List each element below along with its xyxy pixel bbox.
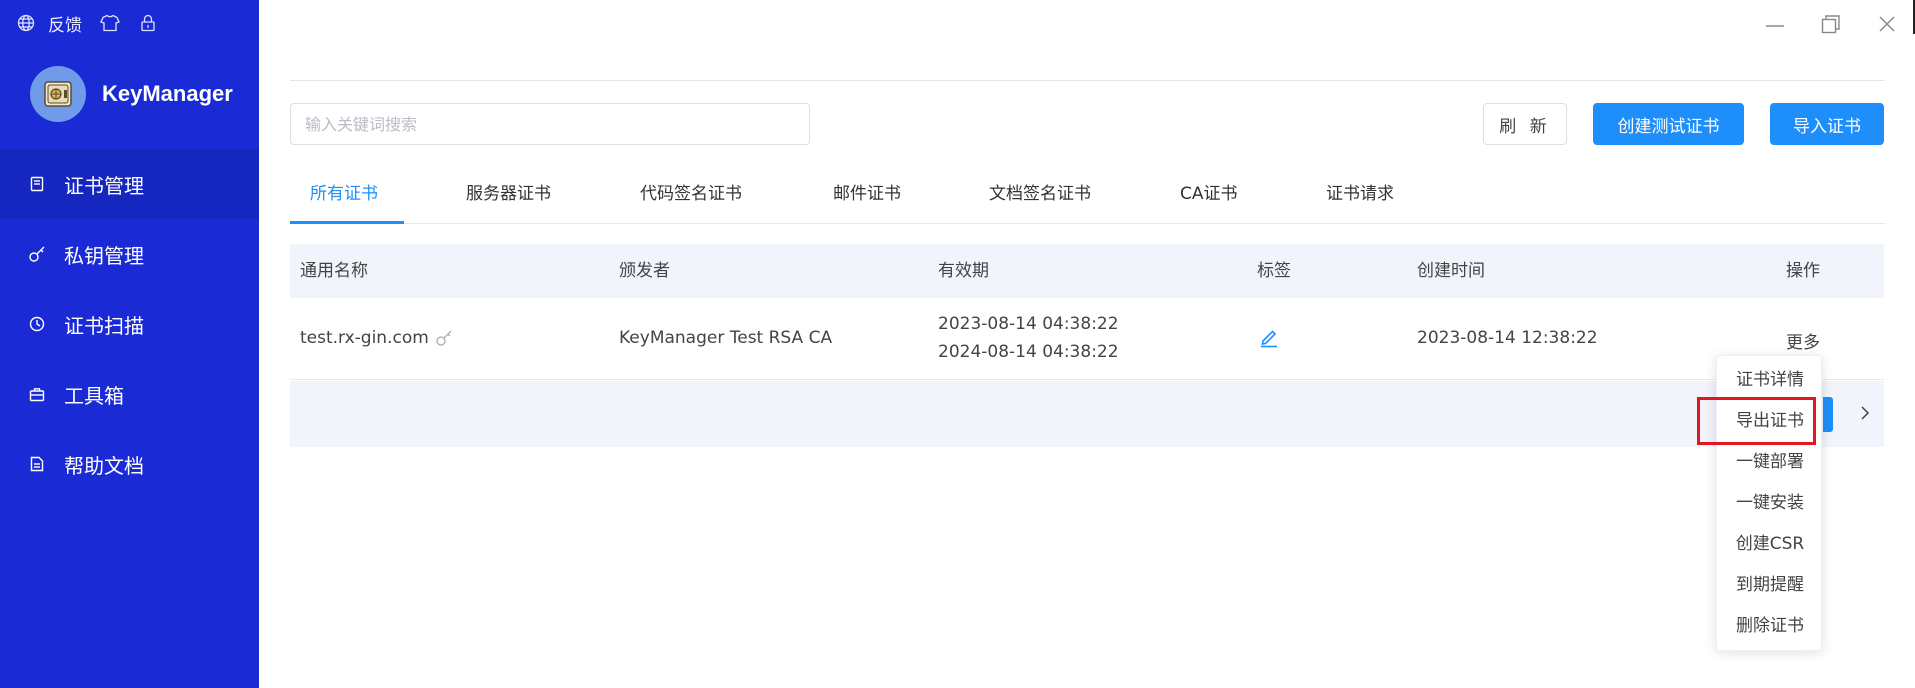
chevron-right-icon[interactable]	[1855, 403, 1875, 423]
scan-icon	[28, 315, 46, 333]
menu-item-delete-cert[interactable]: 删除证书	[1717, 606, 1823, 647]
key-icon	[28, 245, 46, 263]
sidebar-topbar: 反馈	[16, 11, 158, 36]
lock-icon[interactable]	[138, 13, 158, 33]
column-header-actions: 操作	[1786, 261, 1820, 281]
sidebar-item-label: 证书扫描	[64, 313, 144, 338]
column-header-name: 通用名称	[300, 261, 368, 281]
column-header-created: 创建时间	[1417, 261, 1485, 281]
sidebar-item-cert-scan[interactable]: 证书扫描	[0, 289, 259, 359]
app-logo	[30, 66, 86, 122]
cert-name-cell: test.rx-gin.com	[300, 328, 453, 348]
menu-item-create-csr[interactable]: 创建CSR	[1717, 524, 1823, 565]
globe-icon[interactable]	[16, 13, 36, 33]
sidebar-item-private-keys[interactable]: 私钥管理	[0, 219, 259, 289]
minimize-icon[interactable]	[1747, 12, 1803, 36]
search-input[interactable]	[290, 103, 810, 145]
brand-name: KeyManager	[102, 81, 233, 106]
category-tabs: 所有证书 服务器证书 代码签名证书 邮件证书 文档签名证书 CA证书 证书请求	[290, 174, 1885, 224]
sidebar-item-help-docs[interactable]: 帮助文档	[0, 429, 259, 499]
toolbox-icon	[28, 385, 46, 403]
table-header: 通用名称 颁发者 有效期 标签 创建时间 操作	[290, 244, 1884, 298]
sidebar-item-certificates[interactable]: 证书管理	[0, 149, 259, 219]
menu-item-expiry-reminder[interactable]: 到期提醒	[1717, 565, 1823, 606]
edit-tag-icon[interactable]	[1258, 326, 1280, 353]
tab-all-certs[interactable]: 所有证书	[310, 174, 378, 224]
import-cert-button[interactable]: 导入证书	[1770, 103, 1884, 145]
tab-doc-signing-certs[interactable]: 文档签名证书	[989, 174, 1091, 224]
menu-item-one-click-install[interactable]: 一键安装	[1717, 483, 1823, 524]
issuer-cell: KeyManager Test RSA CA	[619, 328, 833, 348]
brand: KeyManager	[30, 66, 233, 122]
table-row: test.rx-gin.com KeyManager Test RSA CA 2…	[290, 298, 1884, 380]
sidebar-nav: 证书管理 私钥管理 证书扫描 工具箱 帮助文档	[0, 149, 259, 499]
sidebar-item-label: 证书管理	[64, 173, 144, 198]
column-header-issuer: 颁发者	[619, 261, 670, 281]
current-page-button[interactable]	[1823, 397, 1833, 432]
tab-code-signing-certs[interactable]: 代码签名证书	[640, 174, 742, 224]
valid-to: 2024-08-14 04:38:22	[938, 342, 1119, 362]
restore-icon[interactable]	[1803, 12, 1859, 36]
create-test-cert-button[interactable]: 创建测试证书	[1593, 103, 1744, 145]
active-tab-indicator	[290, 221, 404, 224]
shirt-icon[interactable]	[100, 13, 120, 33]
certificate-icon	[28, 175, 46, 193]
document-icon	[28, 455, 46, 473]
pagination-bar	[290, 381, 1884, 447]
tab-server-certs[interactable]: 服务器证书	[466, 174, 551, 224]
header-divider	[290, 80, 1885, 81]
sidebar-item-label: 帮助文档	[64, 453, 144, 478]
tab-ca-certs[interactable]: CA证书	[1180, 174, 1238, 224]
sidebar-item-toolbox[interactable]: 工具箱	[0, 359, 259, 429]
sidebar-item-label: 私钥管理	[64, 243, 144, 268]
sidebar-item-label: 工具箱	[64, 383, 124, 408]
menu-item-cert-details[interactable]: 证书详情	[1717, 360, 1823, 401]
column-header-validity: 有效期	[938, 261, 989, 281]
tab-email-certs[interactable]: 邮件证书	[833, 174, 901, 224]
column-header-tags: 标签	[1257, 261, 1291, 281]
key-icon	[435, 329, 453, 347]
menu-item-one-click-deploy[interactable]: 一键部署	[1717, 442, 1823, 483]
tab-cert-requests[interactable]: 证书请求	[1326, 174, 1394, 224]
feedback-link[interactable]: 反馈	[48, 11, 82, 36]
valid-from: 2023-08-14 04:38:22	[938, 314, 1119, 334]
cert-common-name[interactable]: test.rx-gin.com	[300, 328, 429, 348]
highlight-box	[1697, 397, 1816, 445]
window-controls	[1747, 12, 1915, 36]
created-time-cell: 2023-08-14 12:38:22	[1417, 328, 1598, 348]
sidebar: 反馈 KeyManager 证书管理 私钥管理 证书扫描 工具箱 帮助文档	[0, 0, 259, 688]
more-actions-button[interactable]: 更多	[1786, 328, 1820, 353]
refresh-button[interactable]: 刷 新	[1483, 103, 1567, 145]
close-icon[interactable]	[1859, 12, 1915, 36]
